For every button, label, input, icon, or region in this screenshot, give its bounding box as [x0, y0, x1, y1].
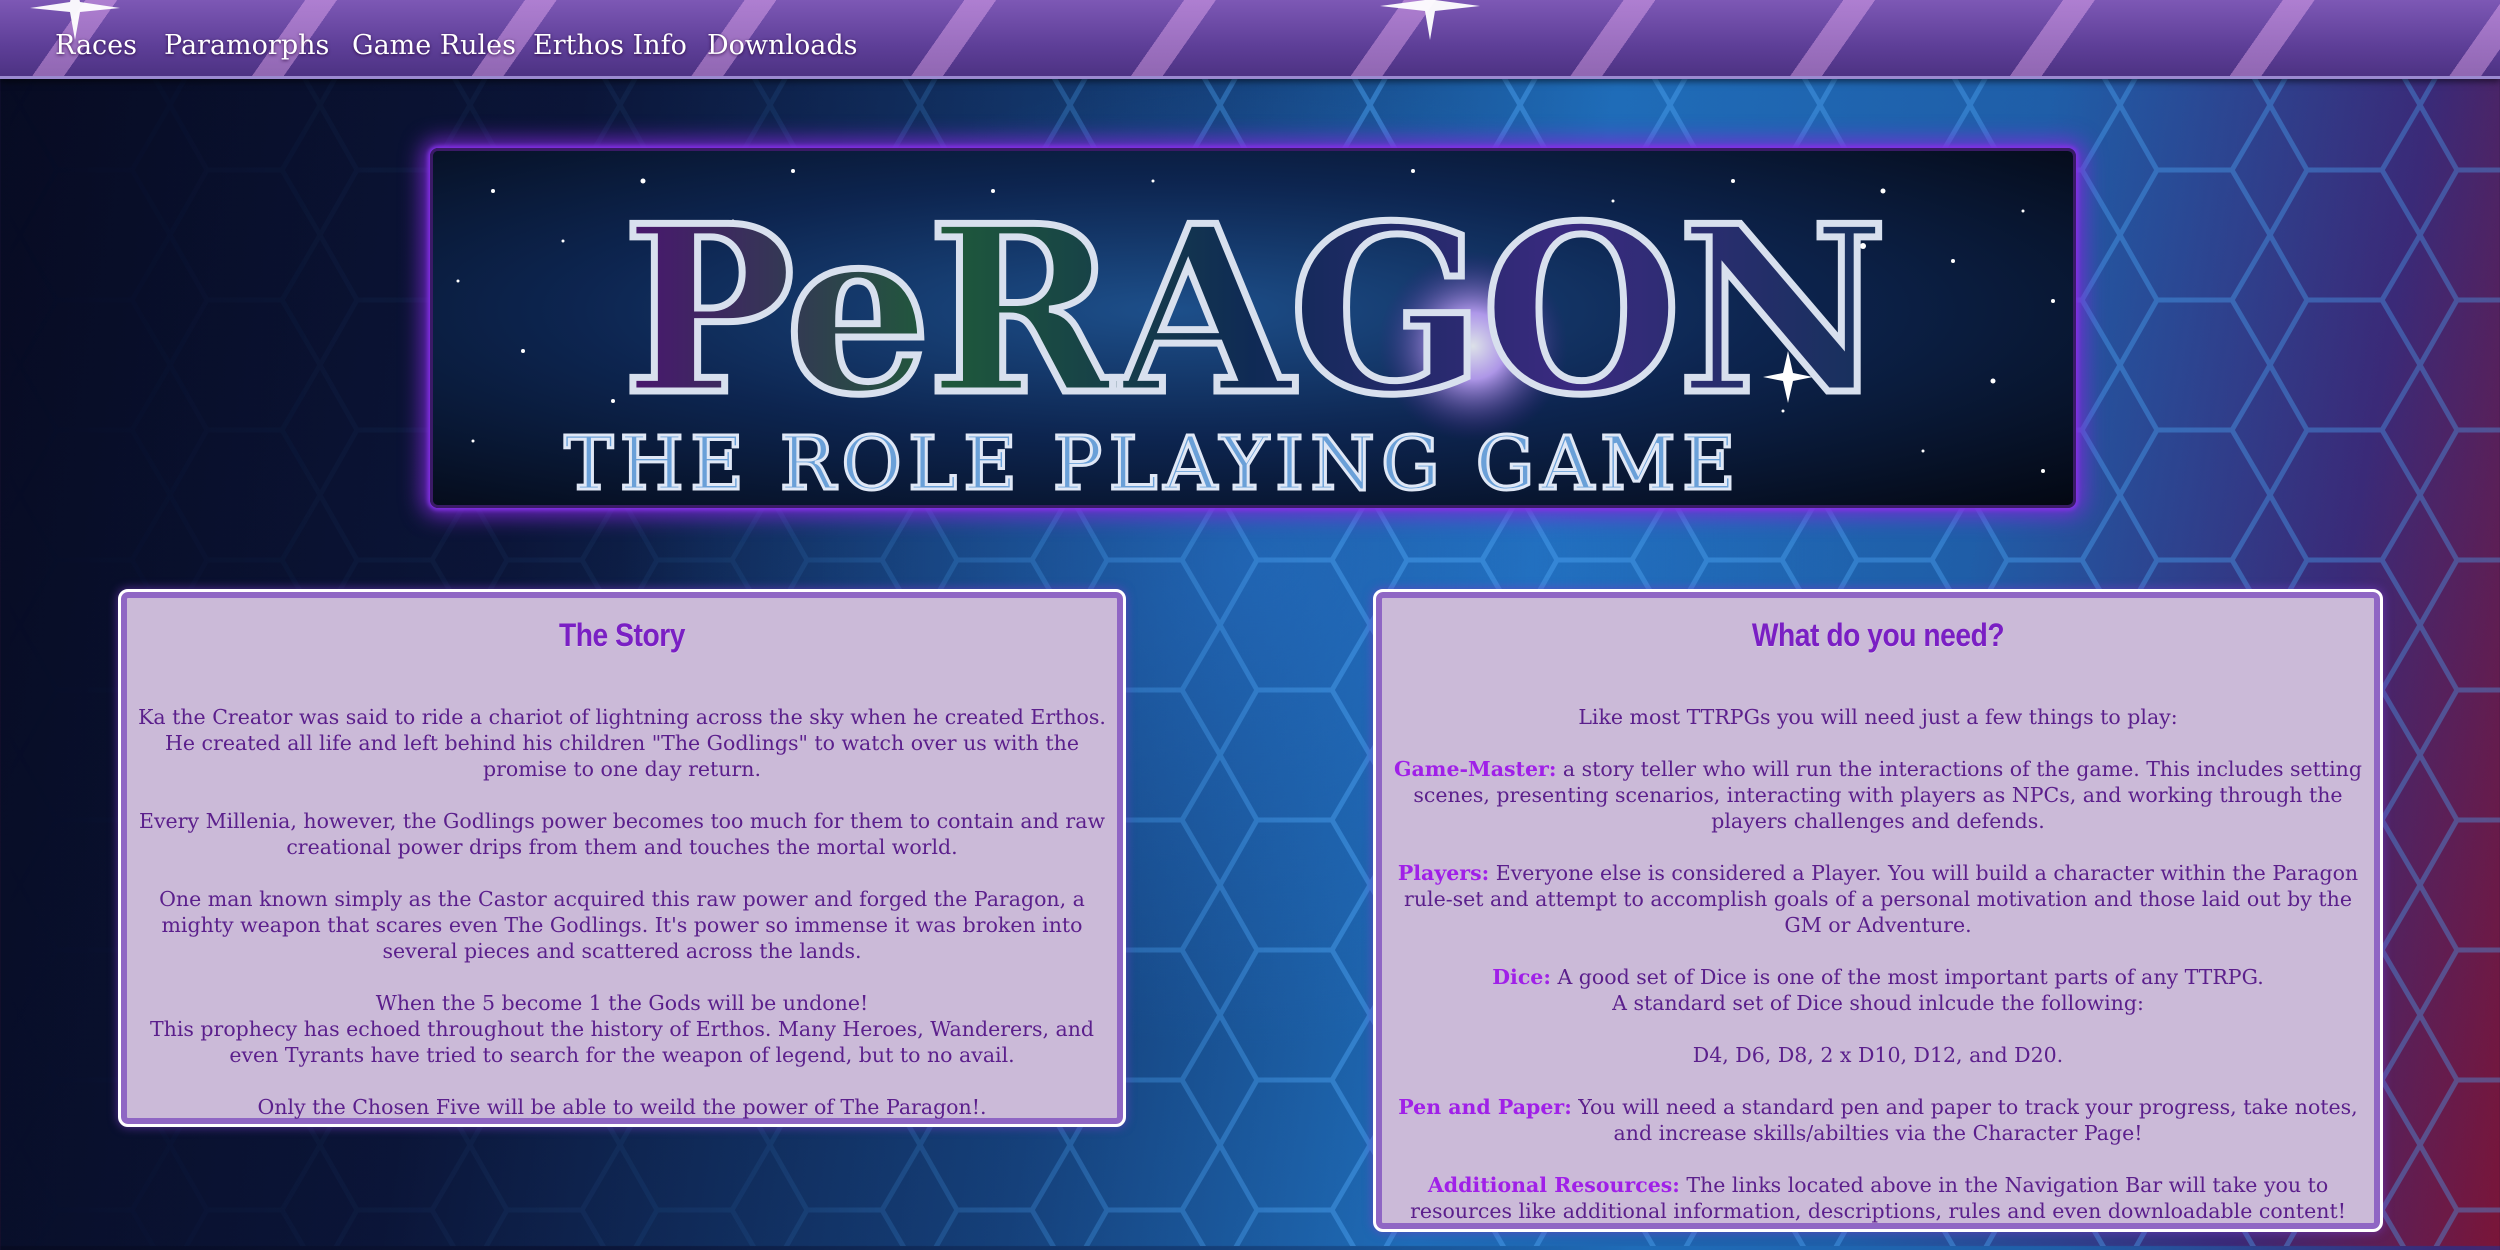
nav-link-erthos-info[interactable]: Erthos Info — [533, 30, 687, 61]
nav-link-downloads[interactable]: Downloads — [707, 30, 858, 61]
prophecy-description: This prophecy has echoed throughout the … — [149, 1017, 1095, 1067]
paragon-logo-image: PeRAGON THE ROLE PLAYING GAME — [433, 151, 2073, 505]
requirement-players: Players: Everyone else is considered a P… — [1392, 860, 2364, 938]
requirement-text: a story teller who will run the interact… — [1413, 757, 2363, 833]
story-panel: The Story Ka the Creator was said to rid… — [118, 589, 1126, 1127]
nav-link-game-rules[interactable]: Game Rules — [352, 30, 516, 61]
requirement-label: Pen and Paper: — [1398, 1095, 1572, 1119]
sparkle-icon — [1380, 0, 1480, 40]
banner-title: PeRAGON — [622, 176, 1884, 446]
story-body: Ka the Creator was said to ride a chario… — [137, 704, 1107, 1146]
requirement-label: Dice: — [1492, 965, 1551, 989]
story-heading: The Story — [559, 617, 685, 653]
nav-link-paramorphs[interactable]: Paramorphs — [164, 30, 329, 61]
prophecy-line: When the 5 become 1 the Gods will be und… — [375, 991, 869, 1015]
story-paragraph: Only the Chosen Five will be able to wei… — [257, 1095, 987, 1119]
story-prophecy: When the 5 become 1 the Gods will be und… — [137, 990, 1107, 1068]
requirements-body: Like most TTRPGs you will need just a fe… — [1392, 704, 2364, 1250]
requirement-label: Players: — [1397, 861, 1490, 885]
paragon-banner: PeRAGON THE ROLE PLAYING GAME — [430, 148, 2076, 508]
navigation-bar: Races Paramorphs Game Rules Erthos Info … — [0, 0, 2500, 79]
requirement-label: Additional Resources: — [1427, 1173, 1680, 1197]
requirement-pen-paper: Pen and Paper: You will need a standard … — [1392, 1094, 2364, 1146]
story-paragraph: One man known simply as the Castor acqui… — [159, 887, 1085, 963]
dice-list: D4, D6, D8, 2 x D10, D12, and D20. — [1692, 1043, 2064, 1067]
requirement-text: A good set of Dice is one of the most im… — [1550, 965, 2264, 989]
story-paragraph: Every Millenia, however, the Godlings po… — [139, 809, 1105, 859]
requirement-text: Everyone else is considered a Player. Yo… — [1404, 861, 2359, 937]
requirement-text: A standard set of Dice shoud inlcude the… — [1612, 991, 2144, 1015]
requirements-panel: What do you need? Like most TTRPGs you w… — [1373, 589, 2383, 1232]
requirements-intro: Like most TTRPGs you will need just a fe… — [1578, 705, 2178, 729]
story-paragraph: Ka the Creator was said to ride a chario… — [138, 705, 1106, 781]
requirement-additional-resources: Additional Resources: The links located … — [1392, 1172, 2364, 1224]
requirement-label: Game-Master: — [1393, 757, 1557, 781]
requirement-dice: Dice: A good set of Dice is one of the m… — [1392, 964, 2364, 1016]
requirement-game-master: Game-Master: a story teller who will run… — [1392, 756, 2364, 834]
requirement-text: You will need a standard pen and paper t… — [1571, 1095, 2358, 1145]
requirements-heading: What do you need? — [1751, 617, 2005, 653]
banner-subtitle: THE ROLE PLAYING GAME — [564, 421, 1742, 505]
sparkle-icon — [30, 0, 120, 40]
